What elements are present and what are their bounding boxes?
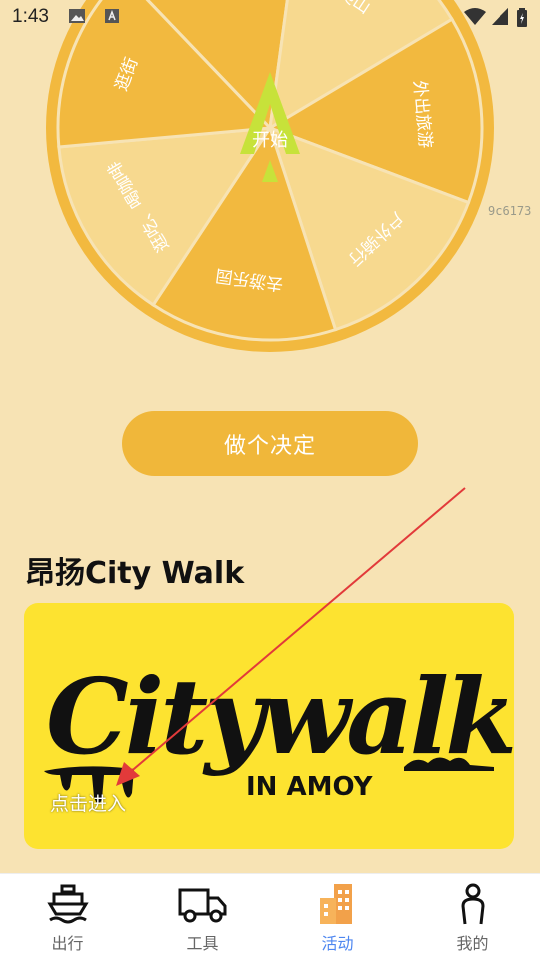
tab-label: 活动 [321, 934, 354, 953]
status-bar: 1:43 [0, 0, 540, 36]
tab-profile[interactable]: 我的 [405, 874, 540, 961]
tab-label: 出行 [51, 934, 84, 953]
tab-travel[interactable]: 出行 [0, 874, 135, 961]
person-icon [460, 883, 485, 925]
tab-label: 我的 [456, 934, 489, 953]
bottom-tab-bar: 出行 工具 活动 我的 [0, 873, 540, 961]
app-notification-icon [104, 8, 120, 28]
signal-icon [492, 8, 508, 30]
ship-icon [46, 884, 89, 924]
decide-button[interactable]: 做个决定 [122, 411, 418, 476]
tab-activities[interactable]: 活动 [270, 874, 405, 961]
wheel-start-button[interactable]: 开始 [252, 130, 288, 151]
side-id-text: 9c6173 [488, 204, 532, 218]
status-time: 1:43 [12, 6, 49, 27]
wifi-icon [464, 8, 486, 30]
image-notification-icon [68, 8, 86, 28]
citywalk-banner[interactable]: Citywalk IN AMOY 点击进入 [24, 603, 514, 849]
truck-icon [178, 888, 226, 923]
enter-link[interactable]: 点击进入 [50, 789, 126, 816]
battery-icon [516, 8, 528, 32]
section-title: 昂扬City Walk [25, 556, 245, 591]
buildings-icon [319, 884, 352, 924]
svg-text:IN AMOY: IN AMOY [246, 772, 374, 802]
decision-wheel[interactable]: 露营野餐爬山外出旅游户外骑行去游乐园逛吃、喝咖啡逛街 开始 [0, 0, 540, 360]
tab-tools[interactable]: 工具 [135, 874, 270, 961]
tab-label: 工具 [186, 934, 219, 953]
